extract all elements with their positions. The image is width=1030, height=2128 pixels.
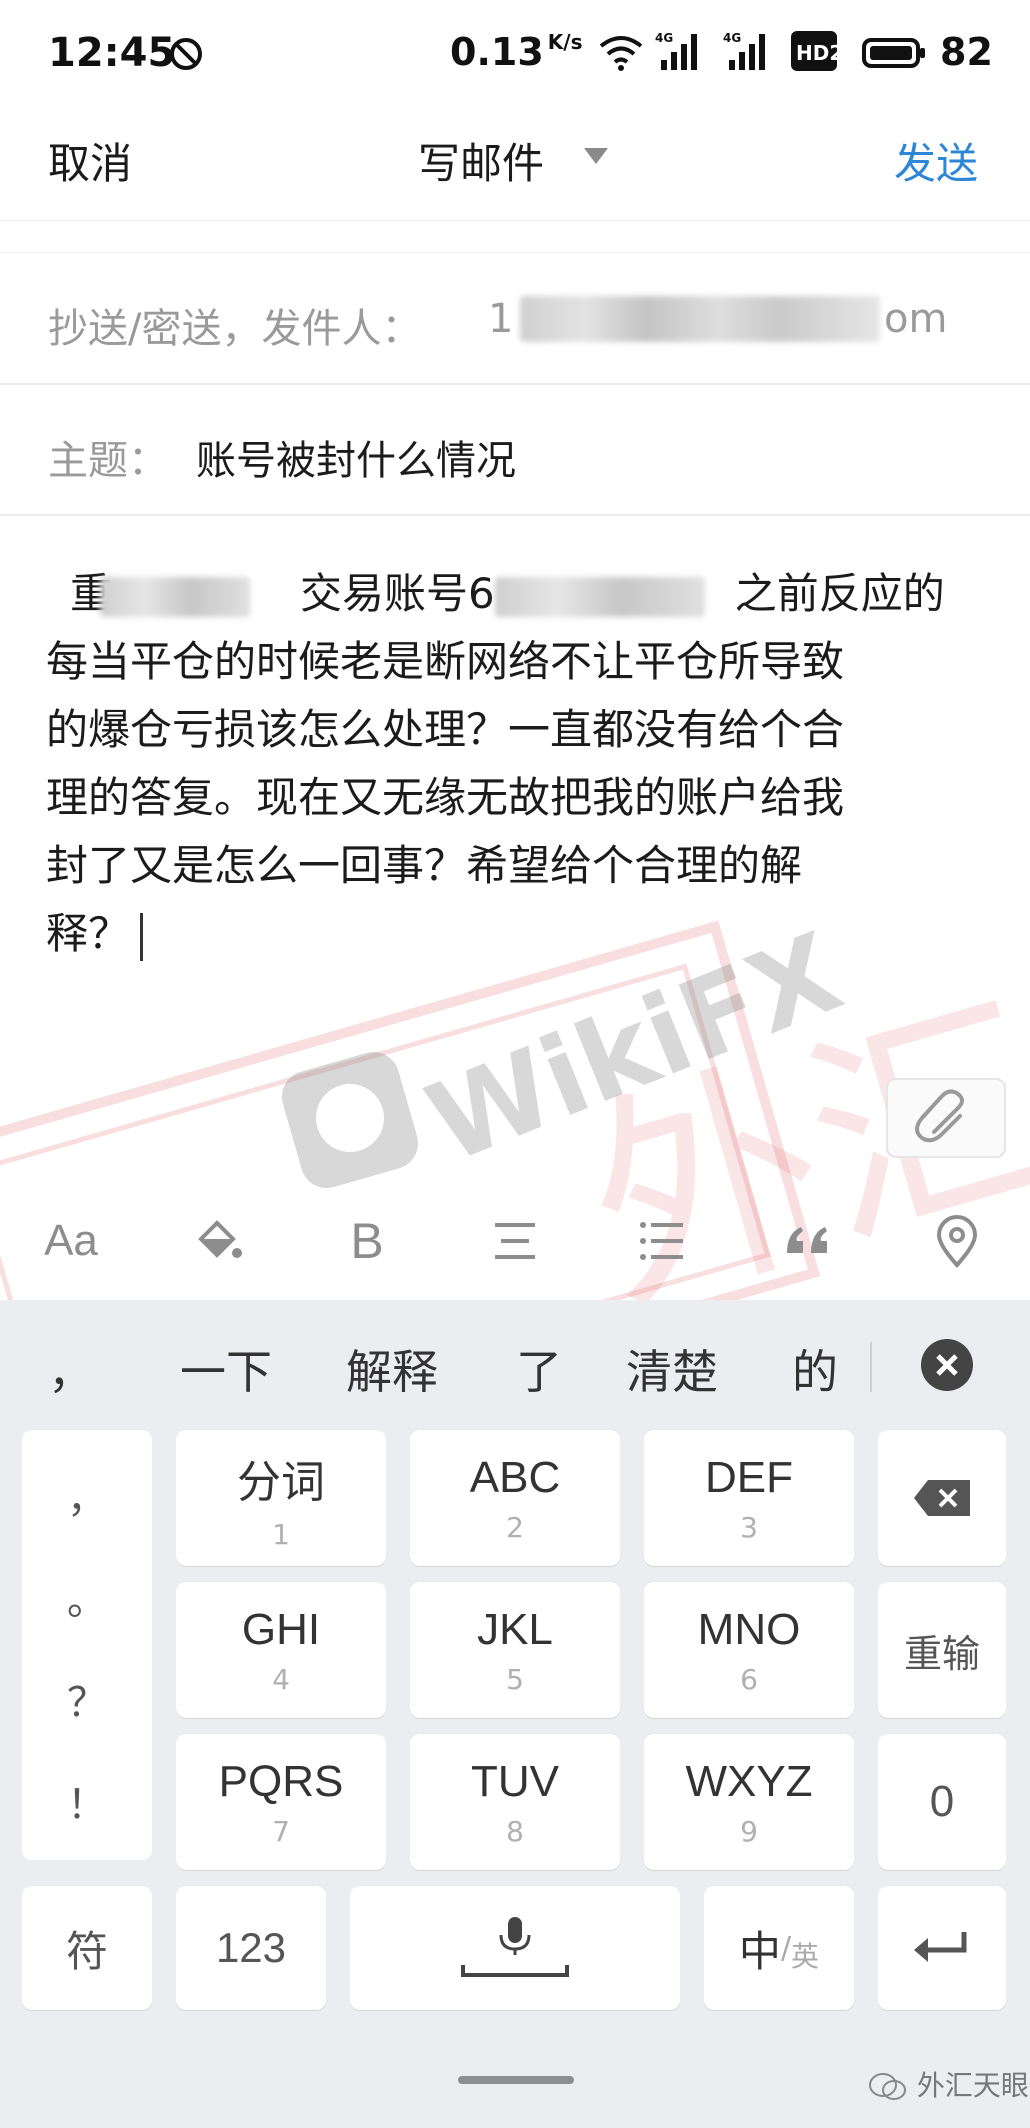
network-speed: 0.13 K/s bbox=[450, 30, 583, 74]
sender-address-redacted bbox=[520, 296, 880, 342]
key-4[interactable]: GHI 4 bbox=[176, 1582, 386, 1718]
backspace-button[interactable] bbox=[878, 1430, 1006, 1566]
wifi-icon bbox=[599, 36, 643, 71]
do-not-disturb-icon bbox=[170, 38, 202, 70]
message-body[interactable]: 重交易账号6 之前反应的 每当平仓的时候老是断网络不让平仓所导致 的爆仓亏损该怎么… bbox=[46, 560, 986, 968]
body-line-last: 释？ bbox=[46, 900, 986, 968]
key-5[interactable]: JKL 5 bbox=[410, 1582, 620, 1718]
svg-text:4G: 4G bbox=[655, 31, 673, 45]
close-icon[interactable] bbox=[920, 1338, 974, 1392]
key-9[interactable]: WXYZ 9 bbox=[644, 1734, 854, 1870]
font-size-icon[interactable]: Aa bbox=[26, 1196, 116, 1286]
align-icon[interactable] bbox=[470, 1196, 560, 1286]
cancel-button[interactable]: 取消 bbox=[48, 130, 132, 191]
key-6[interactable]: MNO 6 bbox=[644, 1582, 854, 1718]
body-line: 每当平仓的时候老是断网络不让平仓所导致 bbox=[46, 637, 845, 686]
microphone-icon bbox=[461, 1917, 569, 1977]
hd-voice-icon: HD2 bbox=[791, 31, 838, 71]
backspace-icon bbox=[914, 1480, 970, 1516]
key-3[interactable]: DEF 3 bbox=[644, 1430, 854, 1566]
punctuation-key[interactable]: ， bbox=[22, 1466, 152, 1524]
enter-icon bbox=[914, 1932, 967, 1962]
candidate-item[interactable]: 了 bbox=[516, 1336, 562, 1402]
redacted-name bbox=[100, 576, 250, 617]
space-voice-key[interactable] bbox=[350, 1886, 680, 2010]
battery-icon bbox=[862, 38, 925, 68]
body-line: 封了又是怎么一回事？希望给个合理的解 bbox=[46, 841, 803, 890]
fill-color-icon[interactable] bbox=[172, 1196, 262, 1286]
enter-key[interactable] bbox=[878, 1886, 1006, 2010]
candidate-item[interactable]: 一下 bbox=[180, 1336, 272, 1402]
svg-text:HD2: HD2 bbox=[796, 41, 838, 65]
candidate-item[interactable]: 的 bbox=[792, 1336, 838, 1402]
body-line: 的爆仓亏损该怎么处理？一直都没有给个合 bbox=[46, 705, 845, 754]
candidate-divider bbox=[870, 1342, 872, 1392]
punctuation-key[interactable]: 。 bbox=[22, 1568, 152, 1626]
language-switch-key[interactable]: 中 / 英 bbox=[704, 1886, 854, 2010]
sender-address-end: om bbox=[884, 296, 948, 342]
bold-icon[interactable]: B bbox=[322, 1196, 412, 1286]
subject-label: 主题： bbox=[48, 438, 168, 484]
svg-text:4G: 4G bbox=[723, 31, 741, 45]
punctuation-key[interactable]: ！ bbox=[22, 1772, 152, 1830]
paperclip-icon bbox=[915, 1089, 964, 1143]
candidate-bar bbox=[0, 1300, 1030, 1434]
send-button[interactable]: 发送 bbox=[894, 130, 978, 191]
battery-level: 82 bbox=[940, 30, 993, 74]
signal-4g-icon: 4G bbox=[655, 31, 697, 70]
key-7[interactable]: PQRS 7 bbox=[176, 1734, 386, 1870]
redacted-account bbox=[494, 576, 705, 617]
subject-input[interactable]: 账号被封什么情况 bbox=[196, 428, 516, 486]
list-icon[interactable] bbox=[616, 1196, 706, 1286]
candidate-item[interactable]: 清楚 bbox=[626, 1336, 718, 1402]
signal-4g-icon: 4G bbox=[723, 31, 765, 70]
symbol-key[interactable]: 符 bbox=[22, 1886, 152, 2010]
body-line: 重交易账号6 之前反应的 bbox=[70, 569, 945, 618]
location-icon[interactable] bbox=[912, 1196, 1002, 1286]
key-8[interactable]: TUV 8 bbox=[410, 1734, 620, 1870]
candidate-item[interactable]: 解释 bbox=[346, 1336, 438, 1402]
candidate-item[interactable]: ， bbox=[48, 1336, 94, 1402]
text-cursor bbox=[140, 912, 144, 961]
numeric-key[interactable]: 123 bbox=[176, 1886, 326, 2010]
key-1[interactable]: 分词 1 bbox=[176, 1430, 386, 1566]
reinput-button[interactable]: 重输 bbox=[878, 1582, 1006, 1718]
body-line: 理的答复。现在又无缘无故把我的账户给我 bbox=[46, 773, 845, 822]
status-time: 12:45 bbox=[48, 30, 176, 76]
home-indicator[interactable] bbox=[458, 2076, 574, 2084]
sender-address-start: 1 bbox=[488, 296, 514, 342]
attach-button[interactable] bbox=[886, 1078, 1006, 1158]
chevron-down-icon[interactable] bbox=[584, 148, 608, 164]
cc-label: 抄送/密送，发件人： bbox=[48, 306, 422, 352]
corner-watermark-logo: 外汇天眼 bbox=[868, 2064, 1029, 2104]
key-0[interactable]: 0 bbox=[878, 1734, 1006, 1870]
wechat-logo-icon bbox=[869, 2073, 906, 2100]
quote-icon[interactable] bbox=[762, 1196, 852, 1286]
compose-title[interactable]: 写邮件 bbox=[418, 130, 544, 191]
punctuation-key[interactable]: ？ bbox=[22, 1670, 152, 1728]
key-2[interactable]: ABC 2 bbox=[410, 1430, 620, 1566]
